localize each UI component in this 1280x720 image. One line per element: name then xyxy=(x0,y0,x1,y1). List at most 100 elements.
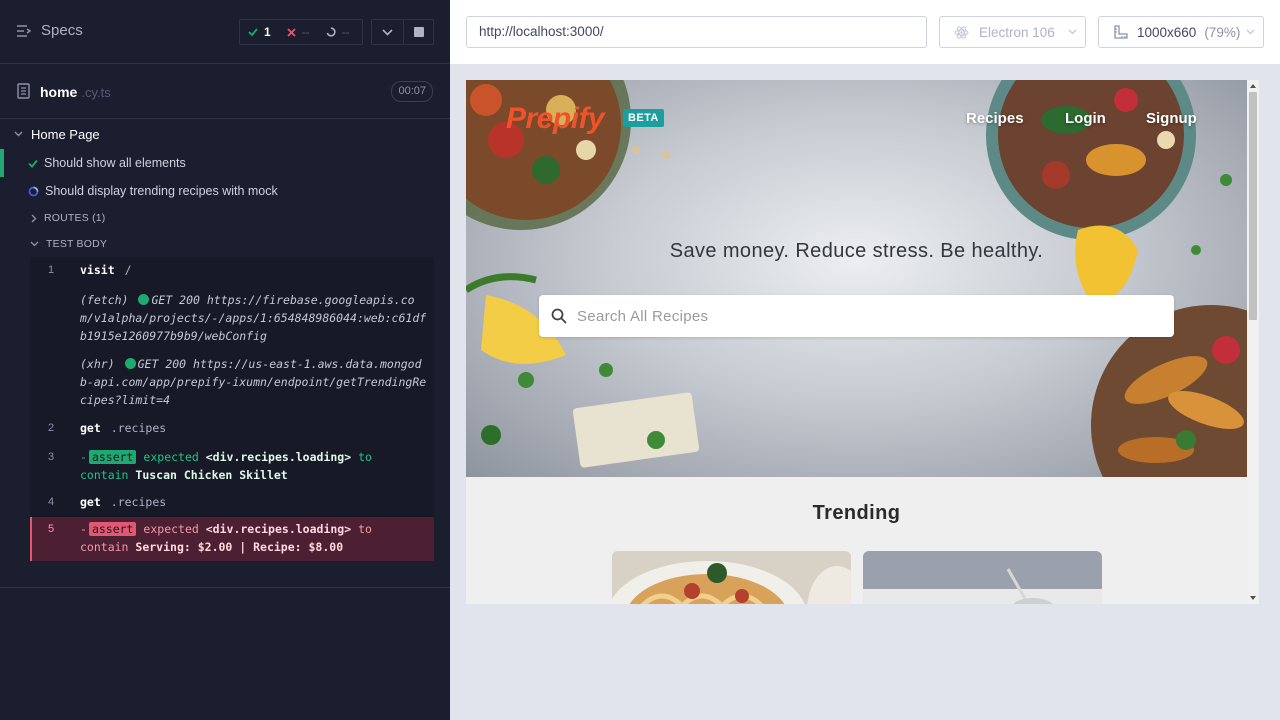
spec-file-basename: home xyxy=(40,84,78,100)
hero-tagline: Save money. Reduce stress. Be healthy. xyxy=(669,240,1044,262)
request-url: https://firebase.googleapis.com/v1alpha/… xyxy=(80,293,427,343)
assert-dash: - xyxy=(80,522,87,536)
suite-row[interactable]: Home Page xyxy=(0,120,450,148)
test-title: Should display trending recipes with moc… xyxy=(45,184,278,198)
request-fetch[interactable]: (fetch) GET 200 https://firebase.googleap… xyxy=(30,283,434,349)
recipe-card-image xyxy=(863,551,1102,604)
stop-button[interactable] xyxy=(403,19,434,45)
assert-contain: contain xyxy=(80,540,129,554)
command-get[interactable]: 4 get .recipes xyxy=(30,489,434,517)
command-number: 4 xyxy=(48,496,55,508)
app-under-test-frame: Prepify BETA Recipes Login Signup Save m… xyxy=(466,80,1259,604)
command-visit[interactable]: 1 visit / xyxy=(30,257,434,283)
check-icon xyxy=(28,159,38,168)
prepify-logo[interactable]: Prepify xyxy=(506,102,605,136)
command-arg: / xyxy=(124,263,132,277)
command-number: 3 xyxy=(48,451,55,463)
spec-file-ext: .cy.ts xyxy=(81,85,111,100)
command-name: get xyxy=(80,421,101,435)
command-list: 1 visit / (fetch) GET 200 https://firebase… xyxy=(30,257,434,561)
nav-signup[interactable]: Signup xyxy=(1146,110,1197,127)
command-number: 2 xyxy=(48,422,55,434)
assert-badge: assert xyxy=(88,522,137,536)
spec-file-row: home .cy.ts 00:07 xyxy=(0,64,450,119)
recipe-card[interactable] xyxy=(863,551,1102,604)
pending-count: -- xyxy=(341,25,350,39)
pending-stat: -- xyxy=(318,25,358,39)
command-arg: .recipes xyxy=(110,495,167,509)
electron-icon xyxy=(954,25,969,39)
command-get[interactable]: 2 get .recipes xyxy=(30,413,434,443)
status-dot-icon xyxy=(124,358,136,369)
spec-file-name[interactable]: home .cy.ts xyxy=(40,84,111,100)
command-log-panel: Specs 1 -- -- home .cy.ts 00:07 Home Pag… xyxy=(0,0,450,720)
request-method: GET 200 xyxy=(151,293,200,307)
collapse-button[interactable] xyxy=(371,19,404,45)
test-row-passed[interactable]: Should show all elements xyxy=(0,149,450,177)
trending-heading: Trending xyxy=(812,502,901,524)
assert-expected: expected xyxy=(143,522,199,536)
chevron-down-icon xyxy=(14,131,23,137)
reporter-header: Specs 1 -- -- xyxy=(0,0,450,64)
status-dot-icon xyxy=(138,294,150,305)
test-stats: 1 -- -- xyxy=(239,19,363,45)
assert-subject: <div.recipes.loading> xyxy=(205,522,352,536)
divider xyxy=(0,587,450,588)
nav-login[interactable]: Login xyxy=(1065,110,1106,127)
test-row-running[interactable]: Should display trending recipes with moc… xyxy=(0,177,450,205)
specs-button[interactable]: Specs xyxy=(16,22,83,39)
viewport-size: 1000x660 xyxy=(1137,24,1197,40)
chevron-down-icon xyxy=(1068,29,1077,35)
scroll-up-icon[interactable] xyxy=(1250,84,1256,88)
beta-badge: BETA xyxy=(623,109,664,127)
assert-expected: expected xyxy=(143,450,199,464)
failed-count: -- xyxy=(301,25,310,39)
request-type: (fetch) xyxy=(80,293,129,307)
recipe-card[interactable] xyxy=(612,551,851,604)
scroll-down-icon[interactable] xyxy=(1250,596,1256,600)
ruler-icon xyxy=(1114,25,1128,39)
running-spinner-icon xyxy=(28,186,39,196)
passed-stat: 1 xyxy=(240,25,279,39)
viewport-selector[interactable]: 1000x660 (79%) xyxy=(1098,16,1264,48)
url-bar[interactable]: http://localhost:3000/ xyxy=(466,16,927,48)
scroll-thumb[interactable] xyxy=(1249,92,1257,320)
hero-section: Prepify BETA Recipes Login Signup Save m… xyxy=(466,80,1247,477)
request-xhr[interactable]: (xhr) GET 200 https://us-east-1.aws.data.… xyxy=(30,349,434,413)
test-body-label: TEST BODY xyxy=(46,238,108,250)
specs-list-icon xyxy=(17,24,31,37)
assert-dash: - xyxy=(80,450,87,464)
frame-scrollbar[interactable] xyxy=(1247,80,1259,604)
assert-contain: contain xyxy=(80,468,129,482)
x-icon xyxy=(287,27,296,37)
search-placeholder: Search All Recipes xyxy=(577,307,709,325)
check-icon xyxy=(248,28,258,37)
chevron-down-icon xyxy=(382,28,393,36)
routes-label: ROUTES (1) xyxy=(44,212,106,224)
routes-toggle[interactable]: ROUTES (1) xyxy=(0,205,450,231)
chevron-right-icon xyxy=(31,214,37,222)
assert-to: to xyxy=(358,450,372,464)
assert-badge: assert xyxy=(88,450,137,464)
command-name: get xyxy=(80,495,101,509)
specs-label: Specs xyxy=(41,22,83,39)
browser-selector[interactable]: Electron 106 xyxy=(939,16,1086,48)
assert-value: Tuscan Chicken Skillet xyxy=(135,468,288,482)
request-method: GET 200 xyxy=(137,357,187,371)
passed-count: 1 xyxy=(264,25,271,39)
runner-toolbar: http://localhost:3000/ Electron 106 1000… xyxy=(450,0,1280,64)
assert-to: to xyxy=(358,522,372,536)
search-icon xyxy=(551,308,567,324)
stop-icon xyxy=(413,27,424,37)
command-number: 5 xyxy=(48,523,55,535)
command-assert-passed[interactable]: 3 - assert expected <div.recipes.loading>… xyxy=(30,443,434,489)
recipe-card-image xyxy=(612,551,851,604)
test-title: Should show all elements xyxy=(44,156,186,170)
test-body-toggle[interactable]: TEST BODY xyxy=(0,231,450,257)
document-icon xyxy=(17,83,30,99)
assert-subject: <div.recipes.loading> xyxy=(205,450,352,464)
command-arg: .recipes xyxy=(110,421,167,435)
nav-recipes[interactable]: Recipes xyxy=(966,110,1024,127)
recipe-search-input[interactable]: Search All Recipes xyxy=(539,295,1174,337)
command-assert-failed[interactable]: 5 - assert expected <div.recipes.loading>… xyxy=(30,517,434,561)
